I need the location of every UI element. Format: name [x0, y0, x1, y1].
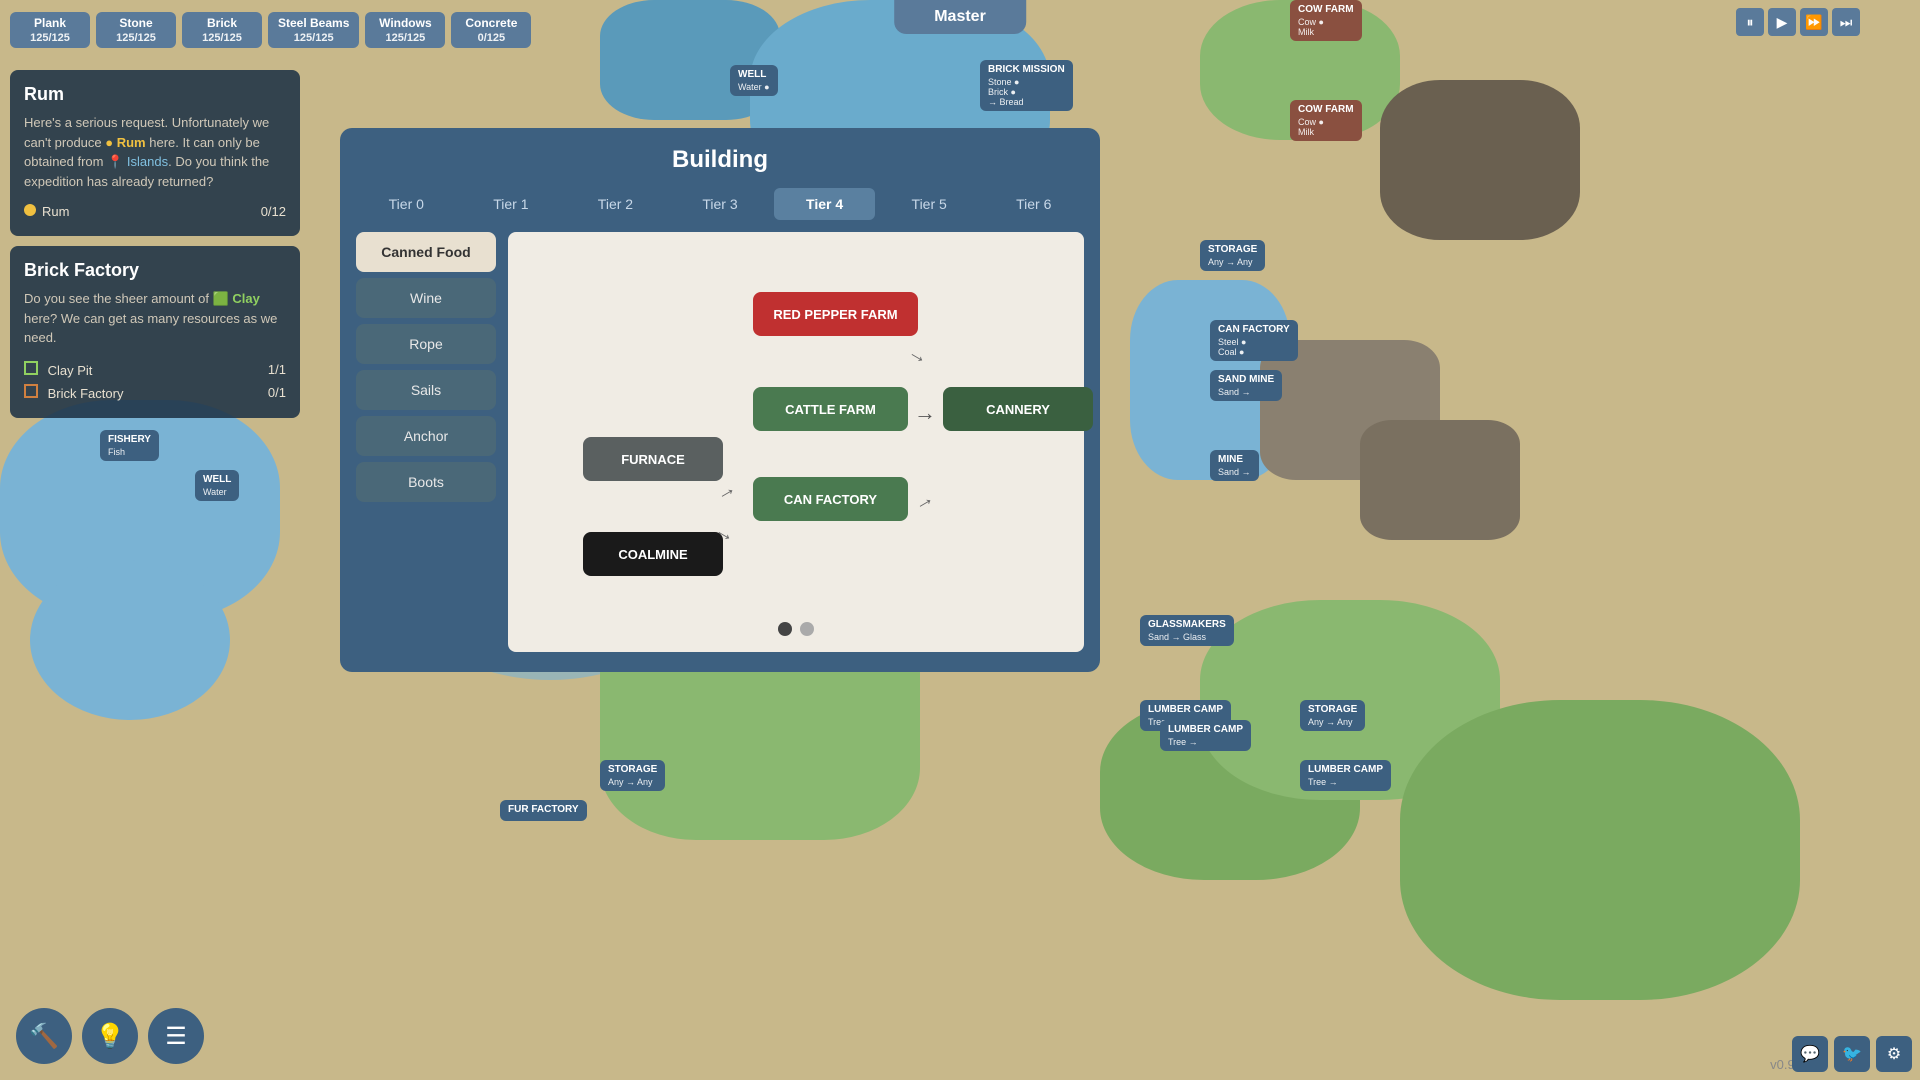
fur-factory-node: FUR FACTORY [500, 800, 587, 821]
node-can-factory: CAN FACTORY [753, 477, 908, 521]
sand-mine-node: SAND MINE Sand → [1210, 370, 1282, 401]
mine-node: MINE Sand → [1210, 450, 1259, 481]
brick-factory-title: Brick Factory [24, 260, 286, 281]
brick-factory-count: 0/1 [268, 385, 286, 400]
glassmakers-node: GLASSMAKERS Sand → Glass [1140, 615, 1234, 646]
item-list: Canned Food Wine Rope Sails Anchor Boots [356, 232, 496, 652]
item-canned-food[interactable]: Canned Food [356, 232, 496, 272]
diagram-area: RED PEPPER FARM → CATTLE FARM → CANNERY … [508, 232, 1084, 652]
node-coalmine: COALMINE [583, 532, 723, 576]
arrow-rpf-to-cannery: → [904, 341, 933, 371]
node-furnace: FURNACE [583, 437, 723, 481]
menu-button[interactable]: ☰ [148, 1008, 204, 1064]
twitter-button[interactable]: 🐦 [1834, 1036, 1870, 1072]
node-cattle-farm: CATTLE FARM [753, 387, 908, 431]
hammer-button[interactable]: 🔨 [16, 1008, 72, 1064]
resource-concrete: Concrete 0/125 [451, 12, 531, 48]
rum-section: Rum Here's a serious request. Unfortunat… [10, 70, 300, 236]
tier-tab-5[interactable]: Tier 5 [879, 188, 980, 220]
resource-windows: Windows 125/125 [365, 12, 445, 48]
lightbulb-button[interactable]: 💡 [82, 1008, 138, 1064]
pagination [778, 622, 814, 636]
page-dot-2[interactable] [800, 622, 814, 636]
settings-button[interactable]: ⚙ [1876, 1036, 1912, 1072]
pause-button[interactable]: ⏸ [1736, 8, 1764, 36]
item-rope[interactable]: Rope [356, 324, 496, 364]
dialog-body: Canned Food Wine Rope Sails Anchor Boots… [340, 232, 1100, 652]
rum-highlight: ● Rum [105, 135, 145, 150]
master-button[interactable]: Master [894, 0, 1026, 34]
clay-pit-icon [24, 361, 38, 375]
lumber-camp-node-3: LUMBER CAMP Tree → [1300, 760, 1391, 791]
discord-button[interactable]: 💬 [1792, 1036, 1828, 1072]
brick-factory-row: Brick Factory 0/1 [24, 381, 286, 404]
node-red-pepper-farm: RED PEPPER FARM [753, 292, 918, 336]
page-dot-1[interactable] [778, 622, 792, 636]
tier-tab-1[interactable]: Tier 1 [461, 188, 562, 220]
cow-farm-node-2: COW FARM Cow ● Milk [1290, 100, 1362, 141]
clay-pit-count: 1/1 [268, 362, 286, 377]
bottom-toolbar: 🔨 💡 ☰ [16, 1008, 204, 1064]
clay-highlight: 🟩 Clay [213, 291, 260, 306]
fishery-node: FISHERY Fish [100, 430, 159, 461]
arrow-cattle-to-cannery: → [914, 400, 936, 426]
item-sails[interactable]: Sails [356, 370, 496, 410]
rum-resource-row: Rum 0/12 [24, 201, 286, 222]
brick-factory-text: Do you see the sheer amount of 🟩 Clay he… [24, 289, 286, 348]
storage-node-3: STORAGE Any → Any [600, 760, 665, 791]
resource-plank: Plank 125/125 [10, 12, 90, 48]
tier-tab-6[interactable]: Tier 6 [983, 188, 1084, 220]
island-highlight: 📍 Islands [107, 154, 168, 169]
building-dialog: Building Tier 0 Tier 1 Tier 2 Tier 3 Tie… [340, 128, 1100, 672]
storage-node-2: STORAGE Any → Any [1300, 700, 1365, 731]
can-factory-node: CAN FACTORY Steel ● Coal ● [1210, 320, 1298, 361]
rum-dot [24, 204, 36, 216]
node-cannery: CANNERY [943, 387, 1093, 431]
item-anchor[interactable]: Anchor [356, 416, 496, 456]
tier-tab-3[interactable]: Tier 3 [670, 188, 771, 220]
left-panel: Rum Here's a serious request. Unfortunat… [10, 70, 300, 428]
social-buttons: 💬 🐦 ⚙ [1792, 1036, 1912, 1072]
dialog-title: Building [340, 128, 1100, 188]
brick-factory-section: Brick Factory Do you see the sheer amoun… [10, 246, 300, 418]
item-wine[interactable]: Wine [356, 278, 496, 318]
arrow-furnace-to-canfactory: → [712, 477, 741, 507]
resource-steel-beams: Steel Beams 125/125 [268, 12, 359, 48]
well-node-2: WELL Water ● [730, 65, 778, 96]
rum-count: 0/12 [261, 204, 286, 219]
fast-forward-button[interactable]: ⏩ [1800, 8, 1828, 36]
storage-node: STORAGE Any → Any [1200, 240, 1265, 271]
brick-factory-label: Brick Factory [24, 384, 123, 401]
skip-button[interactable]: ⏭ [1832, 8, 1860, 36]
resource-stone: Stone 125/125 [96, 12, 176, 48]
top-controls: ⏸ ▶ ⏩ ⏭ [1736, 8, 1860, 36]
tier-tab-2[interactable]: Tier 2 [565, 188, 666, 220]
item-boots[interactable]: Boots [356, 462, 496, 502]
clay-pit-label: Clay Pit [24, 361, 92, 378]
arrow-canfactory-to-cannery: → [910, 487, 939, 517]
tier-tabs: Tier 0 Tier 1 Tier 2 Tier 3 Tier 4 Tier … [340, 188, 1100, 220]
play-button[interactable]: ▶ [1768, 8, 1796, 36]
rum-label: Rum [24, 204, 69, 219]
rum-title: Rum [24, 84, 286, 105]
resource-brick: Brick 125/125 [182, 12, 262, 48]
tier-tab-4[interactable]: Tier 4 [774, 188, 875, 220]
brick-factory-icon [24, 384, 38, 398]
well-node: WELL Water [195, 470, 239, 501]
clay-pit-row: Clay Pit 1/1 [24, 358, 286, 381]
brick-mission-node: BRICK MISSION Stone ● Brick ● → Bread [980, 60, 1073, 111]
lumber-camp-node-2: LUMBER CAMP Tree → [1160, 720, 1251, 751]
tier-tab-0[interactable]: Tier 0 [356, 188, 457, 220]
rum-text: Here's a serious request. Unfortunately … [24, 113, 286, 191]
